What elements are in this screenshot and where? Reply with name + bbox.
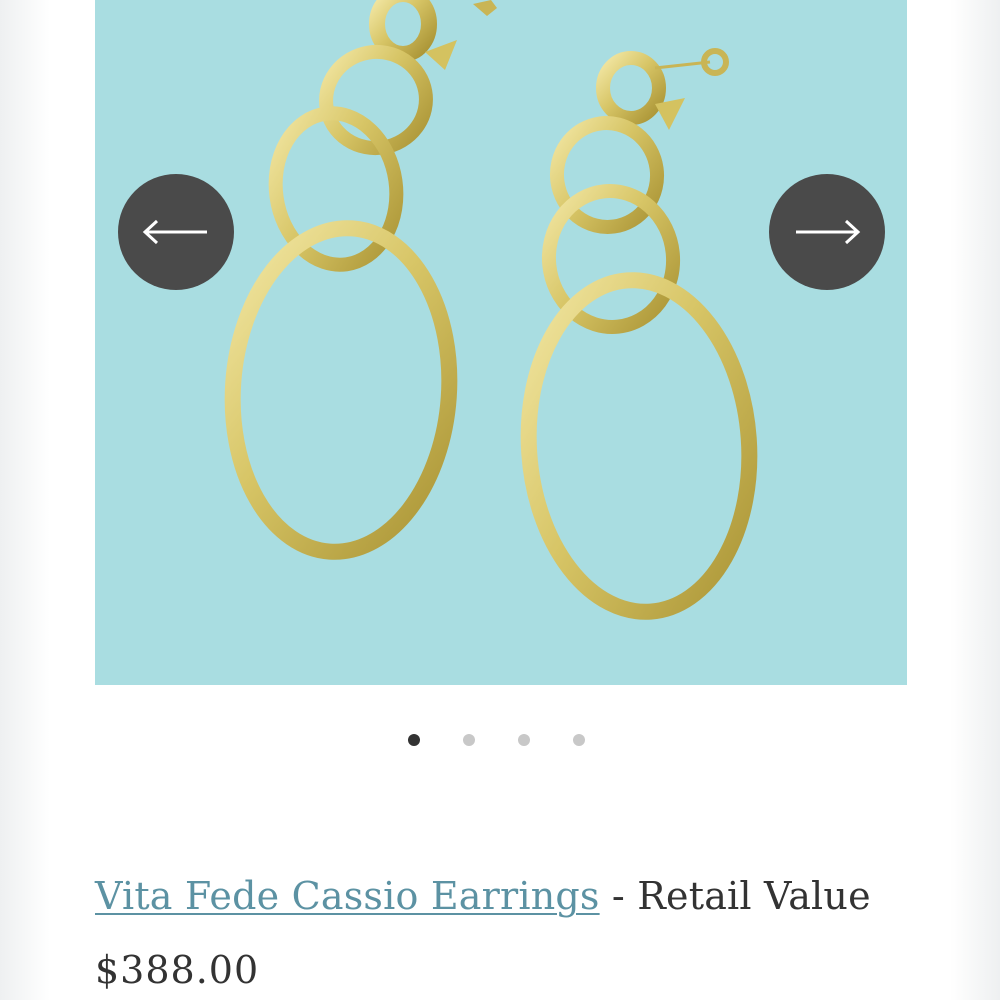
carousel-dot-1[interactable] xyxy=(408,734,420,746)
arrow-left-icon xyxy=(142,219,207,245)
next-image-button[interactable] xyxy=(769,174,885,290)
previous-image-button[interactable] xyxy=(118,174,234,290)
product-price: $388.00 xyxy=(95,948,260,992)
left-earring-post xyxy=(473,0,497,16)
earrings-illustration xyxy=(224,0,758,620)
product-image[interactable] xyxy=(95,0,907,685)
carousel-dot-4[interactable] xyxy=(573,734,585,746)
product-card: Vita Fede Cassio Earrings - Retail Value… xyxy=(50,0,950,1000)
arrow-right-icon xyxy=(796,219,861,245)
carousel-dot-3[interactable] xyxy=(518,734,530,746)
carousel-pagination xyxy=(50,734,950,748)
product-name-link[interactable]: Vita Fede Cassio Earrings xyxy=(95,874,600,918)
carousel-dot-2[interactable] xyxy=(463,734,475,746)
retail-value-label: - Retail Value xyxy=(599,874,871,918)
left-earring xyxy=(224,0,458,560)
product-title: Vita Fede Cassio Earrings - Retail Value xyxy=(95,868,935,924)
right-earring xyxy=(520,51,758,620)
